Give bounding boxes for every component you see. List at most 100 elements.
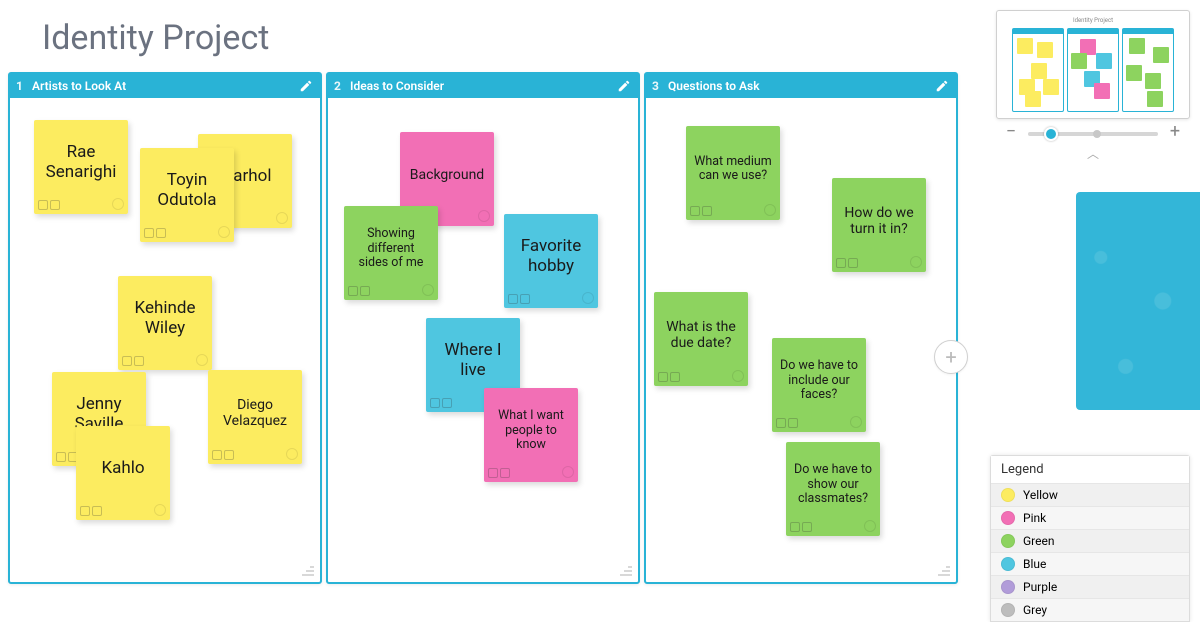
legend-label: Pink (1023, 511, 1046, 525)
column-header[interactable]: 3 Questions to Ask (646, 74, 956, 98)
note-meta-icons (144, 228, 166, 238)
sticky-note[interactable]: Do we have to show our classmates? (786, 442, 880, 536)
legend-item-purple[interactable]: Purple (991, 575, 1189, 598)
sticky-note[interactable]: Diego Velazquez (208, 370, 302, 464)
note-meta-icons (38, 200, 60, 210)
column-header[interactable]: 1 Artists to Look At (10, 74, 320, 98)
legend-item-green[interactable]: Green (991, 529, 1189, 552)
sticky-note[interactable]: Kehinde Wiley (118, 276, 212, 370)
sticky-note[interactable]: What medium can we use? (686, 126, 780, 220)
minimap-col-3 (1122, 28, 1174, 112)
background-pattern (1076, 192, 1200, 410)
note-meta-icons (348, 286, 370, 296)
check-icon[interactable] (286, 448, 298, 460)
color-swatch (1001, 511, 1015, 525)
column-body[interactable]: What medium can we use? How do we turn i… (646, 98, 956, 582)
column-2: 2 Ideas to Consider Background Showing d… (326, 72, 640, 584)
zoom-out-button[interactable]: − (1002, 125, 1020, 143)
sticky-note[interactable]: Favorite hobby (504, 214, 598, 308)
resize-icon[interactable] (618, 562, 634, 578)
note-meta-icons (488, 468, 510, 478)
resize-icon[interactable] (300, 562, 316, 578)
column-number: 3 (652, 79, 668, 93)
legend-item-blue[interactable]: Blue (991, 552, 1189, 575)
check-icon[interactable] (764, 204, 776, 216)
legend-label: Grey (1023, 603, 1047, 617)
check-icon[interactable] (218, 226, 230, 238)
column-title: Artists to Look At (32, 79, 298, 93)
column-number: 2 (334, 79, 350, 93)
column-body[interactable]: Background Showing different sides of me… (328, 98, 638, 582)
sticky-note[interactable]: Toyin Odutola (140, 148, 234, 242)
collapse-panel-button[interactable]: ︿ (986, 145, 1200, 162)
check-icon[interactable] (154, 504, 166, 516)
minimap-col-2 (1067, 28, 1119, 112)
column-1: 1 Artists to Look At Rae Senarighi Warho… (8, 72, 322, 584)
note-text: Do we have to include our faces? (780, 359, 858, 402)
zoom-midpoint (1093, 130, 1101, 138)
check-icon[interactable] (850, 416, 862, 428)
legend-item-pink[interactable]: Pink (991, 506, 1189, 529)
zoom-in-button[interactable]: + (1166, 125, 1184, 143)
note-text: Do we have to show our classmates? (794, 463, 872, 506)
note-text: Kehinde Wiley (126, 299, 204, 338)
check-icon[interactable] (276, 212, 288, 224)
column-title: Ideas to Consider (350, 79, 616, 93)
legend-label: Purple (1023, 580, 1057, 594)
check-icon[interactable] (112, 198, 124, 210)
note-text: What I want people to know (492, 409, 570, 452)
note-meta-icons (80, 506, 102, 516)
column-header[interactable]: 2 Ideas to Consider (328, 74, 638, 98)
zoom-thumb[interactable] (1044, 127, 1058, 141)
check-icon[interactable] (422, 284, 434, 296)
column-number: 1 (16, 79, 32, 93)
sticky-note[interactable]: How do we turn it in? (832, 178, 926, 272)
note-text: Where I live (434, 341, 512, 380)
check-icon[interactable] (478, 210, 490, 222)
note-text: Diego Velazquez (216, 397, 294, 429)
legend-item-grey[interactable]: Grey (991, 598, 1189, 621)
minimap-columns (1003, 28, 1183, 112)
note-text: Background (410, 167, 484, 183)
sticky-note[interactable]: Rae Senarighi (34, 120, 128, 214)
note-text: Toyin Odutola (148, 171, 226, 210)
color-swatch (1001, 603, 1015, 617)
resize-icon[interactable] (936, 562, 952, 578)
minimap[interactable]: Identity Project (996, 10, 1190, 119)
note-text: What is the due date? (662, 319, 740, 351)
note-meta-icons (690, 206, 712, 216)
check-icon[interactable] (196, 354, 208, 366)
color-swatch (1001, 488, 1015, 502)
note-meta-icons (790, 522, 812, 532)
sticky-note[interactable]: Showing different sides of me (344, 206, 438, 300)
check-icon[interactable] (910, 256, 922, 268)
legend-label: Green (1023, 534, 1054, 548)
legend-title: Legend (991, 456, 1189, 483)
column-body[interactable]: Rae Senarighi Warhol Toyin Odutola Kehin… (10, 98, 320, 582)
check-icon[interactable] (562, 466, 574, 478)
minimap-col-1 (1012, 28, 1064, 112)
add-column-button[interactable]: + (934, 340, 968, 374)
sticky-note[interactable]: What I want people to know (484, 388, 578, 482)
legend-item-yellow[interactable]: Yellow (991, 483, 1189, 506)
zoom-slider[interactable] (1028, 132, 1158, 136)
edit-icon[interactable] (298, 78, 314, 94)
sticky-note[interactable]: Do we have to include our faces? (772, 338, 866, 432)
note-meta-icons (430, 398, 452, 408)
note-text: Rae Senarighi (42, 143, 120, 182)
check-icon[interactable] (582, 292, 594, 304)
edit-icon[interactable] (616, 78, 632, 94)
note-text: Kahlo (101, 459, 144, 479)
sticky-note[interactable]: Kahlo (76, 426, 170, 520)
sticky-note[interactable]: What is the due date? (654, 292, 748, 386)
color-swatch (1001, 534, 1015, 548)
edit-icon[interactable] (934, 78, 950, 94)
check-icon[interactable] (732, 370, 744, 382)
note-meta-icons (776, 418, 798, 428)
background-preview[interactable] (1076, 192, 1200, 410)
note-text: Showing different sides of me (352, 227, 430, 270)
note-meta-icons (56, 452, 78, 462)
note-meta-icons (508, 294, 530, 304)
legend-label: Blue (1023, 557, 1046, 571)
check-icon[interactable] (864, 520, 876, 532)
